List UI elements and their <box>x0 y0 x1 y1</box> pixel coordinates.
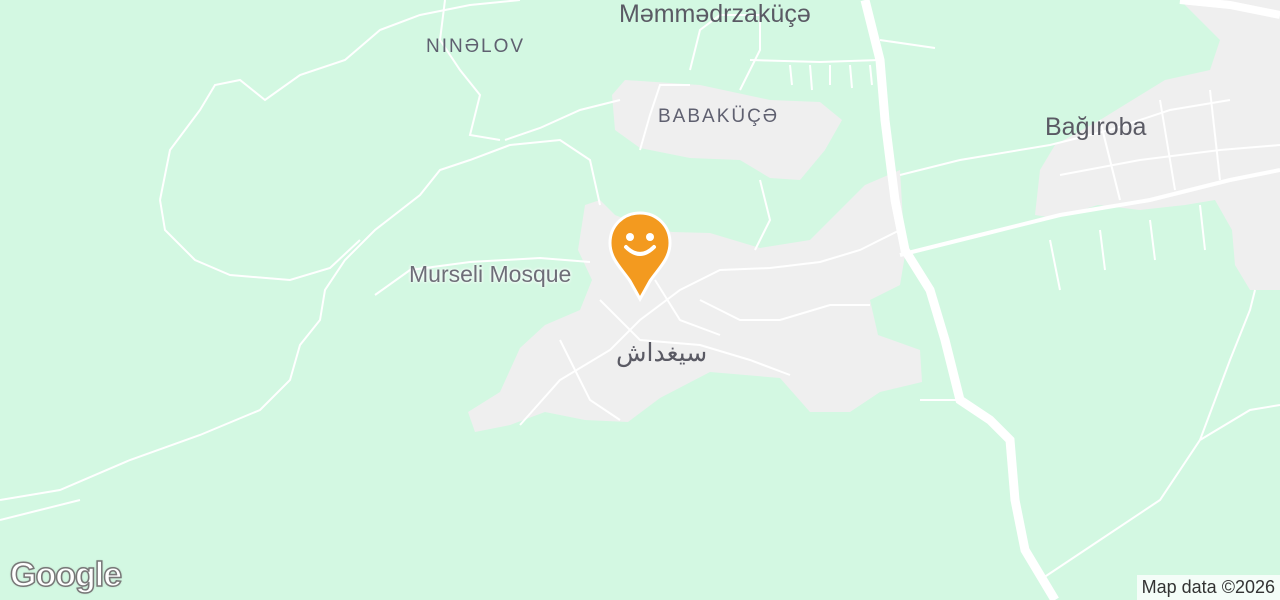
label-bagiroba: Bağıroba <box>1045 113 1147 141</box>
label-murseli-mosque[interactable]: Murseli Mosque <box>409 261 571 288</box>
smiley-face-pin-icon[interactable] <box>608 211 672 303</box>
map-data-attribution[interactable]: Map data ©2026 <box>1136 575 1280 600</box>
settlement-siyadas <box>468 170 922 432</box>
label-siyadas: سیغداش <box>616 339 708 367</box>
map-canvas[interactable]: NINƏLOV Məmmədrzaküçə BABAKÜÇƏ Bağıroba … <box>0 0 1280 600</box>
label-ninelov: NINƏLOV <box>426 36 526 57</box>
google-logo: Google <box>9 555 123 595</box>
label-babakuce: BABAKÜÇƏ <box>658 106 780 127</box>
main-road-highway <box>860 0 1059 600</box>
settlement-bagiroba <box>1035 0 1280 290</box>
label-memmedrzakuce: Məmmədrzaküçə <box>619 0 811 28</box>
